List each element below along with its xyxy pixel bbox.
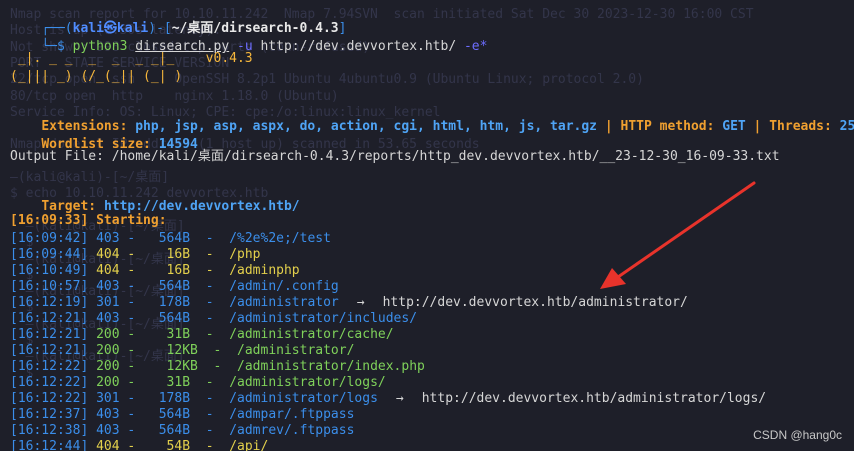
redirect-arrow-icon: → [356,295,365,310]
result-size: 31B [150,375,191,390]
terminal-window[interactable]: Nmap scan report for 10.10.11.242 Nmap 7… [0,0,854,451]
result-status-code: 200 [96,343,120,358]
starting-line: [16:09:33] Starting: [10,213,167,228]
result-time: [16:10:49] [10,263,89,278]
result-path: /administrator/cache/ [229,327,394,342]
result-path: /admpar/.ftppass [229,407,355,422]
result-redirect-url: http://dev.devvortex.htb/administrator/ [382,295,688,310]
result-size: 16B [150,247,191,262]
result-path: /api/ [229,439,269,451]
result-status-code: 200 [96,327,120,342]
result-path: /adminphp [229,263,300,278]
result-redirect-url: http://dev.devvortex.htb/administrator/l… [421,391,767,406]
redirect-arrow-icon: → [395,391,404,406]
result-path: /administrator/logs [229,391,378,406]
result-size: 178B [150,295,191,310]
result-time: [16:12:19] [10,295,89,310]
result-size: 31B [150,327,191,342]
result-time: [16:12:37] [10,407,89,422]
threads-label: Threads: [769,119,840,134]
extensions-value: php, jsp, asp, aspx, do, action, cgi, ht… [135,119,598,134]
result-status-code: 404 [96,247,120,262]
result-size: 178B [150,391,191,406]
result-status-code: 301 [96,295,120,310]
result-size: 16B [150,263,191,278]
result-status-code: 403 [96,279,120,294]
result-row: [16:12:44] 404 - 54B - /api/ [10,438,268,451]
csdn-watermark: CSDN @hang0c [753,428,842,442]
separator: | [597,119,621,134]
result-time: [16:12:21] [10,343,89,358]
result-path: /administrator/index.php [237,359,425,374]
result-path: /administrator/ [237,343,355,358]
result-time: [16:12:22] [10,375,89,390]
result-time: [16:09:44] [10,247,89,262]
result-status-code: 403 [96,311,120,326]
result-time: [16:09:42] [10,231,89,246]
result-path: /admin/.config [229,279,339,294]
result-path: /php [229,247,261,262]
result-path: /%2e%2e;/test [229,231,331,246]
result-path: /admrev/.ftppass [229,423,355,438]
result-time: [16:12:38] [10,423,89,438]
result-path: /administrator/logs/ [229,375,386,390]
result-path: /administrator [229,295,339,310]
command-url: http://dev.devvortex.htb/ [260,39,457,54]
result-time: [16:12:44] [10,439,89,451]
result-size: 564B [150,311,191,326]
http-method-label: HTTP method: [620,119,723,134]
result-status-code: 301 [96,391,120,406]
result-status-code: 404 [96,439,120,451]
result-status-code: 404 [96,263,120,278]
result-status-code: 403 [96,423,120,438]
dirsearch-banner-2: (_||| _) (/_(_|| (_| ) [10,69,183,84]
annotation-arrow-head [600,268,626,289]
separator: | [745,119,770,134]
result-time: [16:12:22] [10,391,89,406]
result-size: 54B [150,439,191,451]
result-status-code: 403 [96,231,120,246]
threads-value: 25 [839,119,854,134]
result-size: 12KB [150,343,198,358]
http-method-value: GET [722,119,746,134]
result-size: 564B [150,231,191,246]
result-size: 564B [150,423,191,438]
result-path: /administrator/includes/ [229,311,418,326]
result-time: [16:12:21] [10,311,89,326]
output-file-line: Output File: /home/kali/桌面/dirsearch-0.4… [10,149,780,164]
result-time: [16:10:57] [10,279,89,294]
result-size: 564B [150,279,191,294]
command-flag-e: -e* [463,39,488,54]
dirsearch-banner-1: _|. _ _ _ _ _ _|_ v0.4.3 [10,51,253,66]
result-status-code: 403 [96,407,120,422]
result-status-code: 200 [96,375,120,390]
result-time: [16:12:21] [10,327,89,342]
result-time: [16:12:22] [10,359,89,374]
annotation-arrow-shaft [616,181,756,279]
result-size: 564B [150,407,191,422]
result-status-code: 200 [96,359,120,374]
result-size: 12KB [150,359,198,374]
